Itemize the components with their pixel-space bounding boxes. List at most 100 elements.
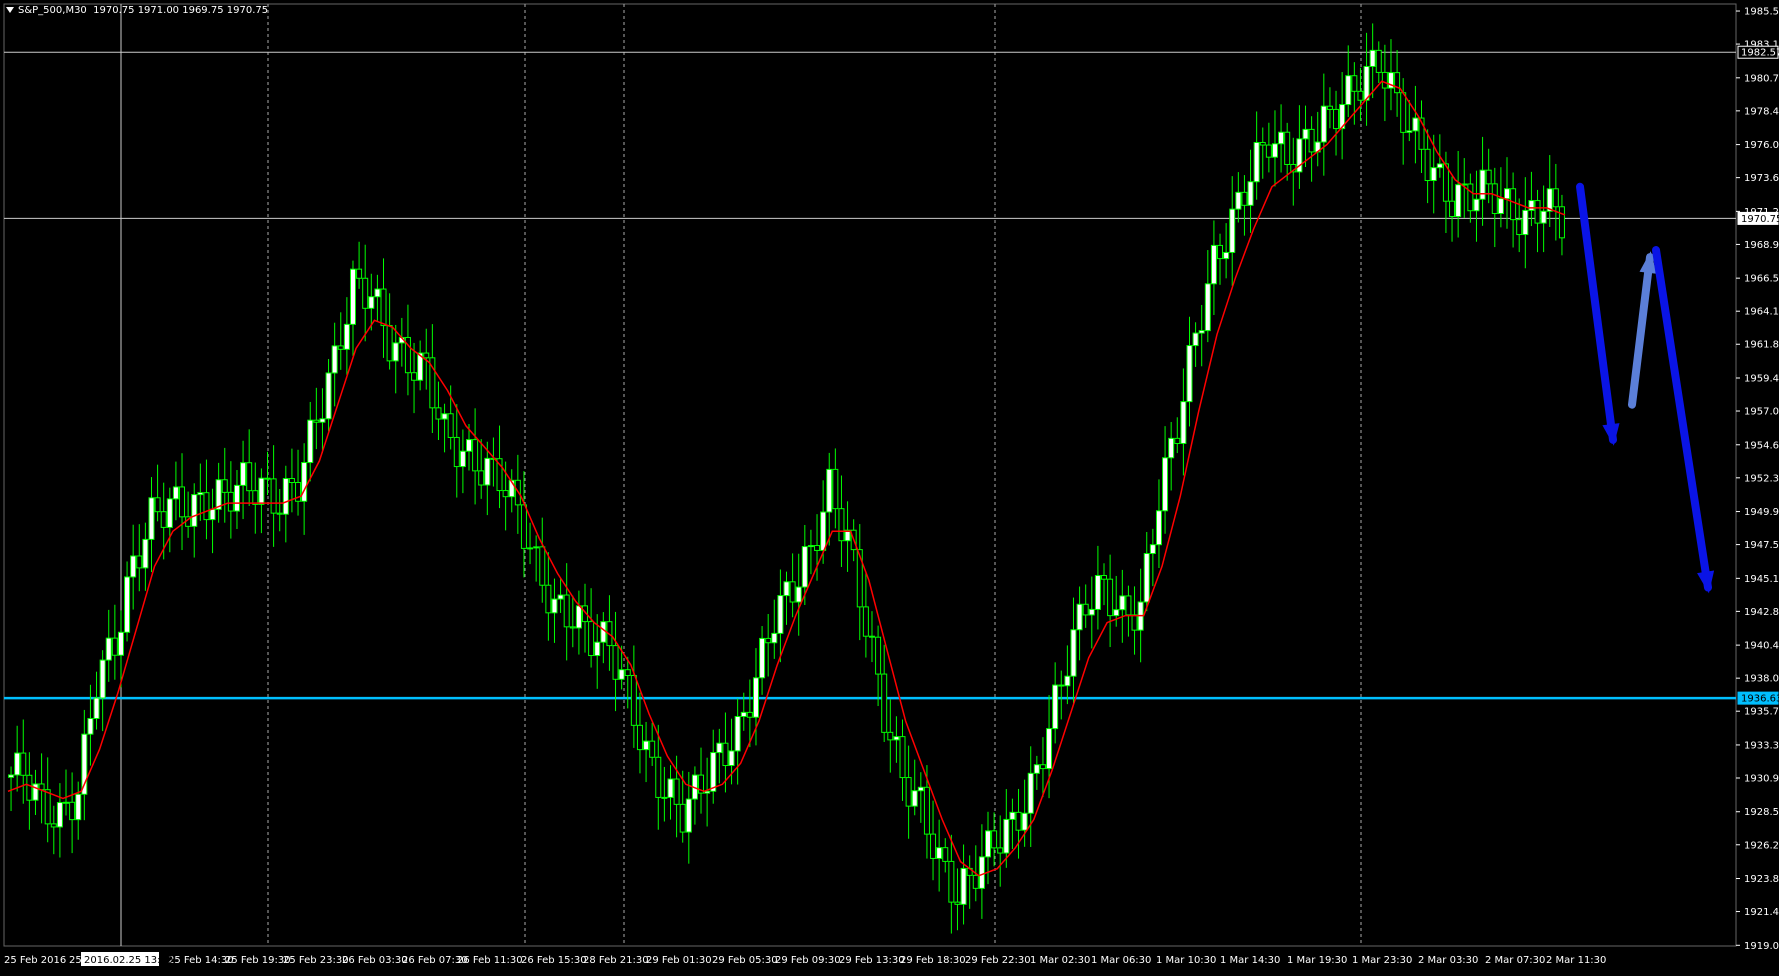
candle-bull [392,342,399,362]
candle-bear [765,637,772,644]
candle-bull [1186,345,1193,403]
candle-bull [105,637,112,661]
candle-bull [233,484,240,512]
y-tick-label: 1980.75 [1744,73,1779,84]
candle-bull [258,477,265,505]
candle-bull [240,462,247,486]
candle-bull [282,478,289,515]
x-tick-label: 2 Mar 07:30 [1485,955,1545,966]
y-tick-label: 1976.00 [1744,140,1779,151]
dropdown-triangle-icon[interactable] [6,7,14,13]
candle-bull [325,372,332,420]
candle-bull [1320,105,1327,143]
candle-bull [936,847,943,859]
candle-bear [1284,131,1291,165]
x-tick-label: 1 Mar 06:30 [1091,955,1151,966]
candle-bull [1198,330,1205,334]
x-tick-label: 26 Feb 03:30 [342,955,408,966]
y-tick-label: 1933.30 [1744,740,1779,751]
candle-bull [148,497,155,540]
candle-bull [667,778,674,798]
candle-bull [14,752,21,776]
candle-bear [246,462,253,492]
y-tick-label: 1940.40 [1744,641,1779,652]
candle-bull [1223,251,1230,260]
candle-bull [99,659,106,699]
plot-border [3,3,1737,947]
y-tick-label: 1928.55 [1744,807,1779,818]
candle-bear [991,830,998,849]
candle-bear [1552,188,1559,208]
candle-bear [380,288,387,327]
candle-bear [270,478,277,514]
candle-bull [710,752,717,792]
candle-bull [8,774,15,778]
candle-bull [56,802,63,828]
candle-bull [1412,117,1419,132]
candle-bear [1381,71,1388,89]
candle-bull [124,576,131,633]
candle-bear [1516,219,1523,236]
x-tick-label: 29 Feb 13:30 [839,955,905,966]
candle-bear [276,512,283,515]
x-tick-label: 29 Feb 22:30 [965,955,1031,966]
candle-bear [856,549,863,608]
candle-bull [1302,128,1309,140]
candle-bull [575,605,582,629]
candle-bear [624,669,631,676]
candle-bull [807,545,814,548]
candle-bull [1247,181,1254,206]
y-tick-label: 1923.80 [1744,874,1779,885]
candle-bear [1449,200,1456,218]
candle-bull [594,641,601,657]
x-tick-label: 25 Feb 23:30 [283,955,349,966]
candle-bull [728,750,735,767]
candle-bear [26,774,33,801]
candle-bull [197,492,204,496]
candle-bull [1363,65,1370,101]
x-tick-label: 1 Mar 02:30 [1030,955,1090,966]
candle-bull [771,632,778,644]
candle-bear [1534,200,1541,224]
candle-bull [343,323,350,350]
candle-bear [1375,49,1382,73]
candle-bear [1333,108,1340,130]
candle-bull [209,508,216,521]
y-tick-label: 1921.45 [1744,907,1779,918]
candle-bull [740,711,747,718]
candle-bear [972,874,979,889]
x-tick-label: 29 Feb 01:30 [646,955,712,966]
candle-bear [1241,191,1248,206]
candle-bull [685,798,692,833]
candle-bear [948,860,955,903]
candle-bull [801,546,808,588]
candle-bear [832,468,839,510]
candle-bull [1522,209,1529,236]
y-tick-label: 1961.80 [1744,340,1779,351]
chart-svg[interactable]: 1985.501983.151980.751978.401976.001973.… [0,0,1779,972]
candle-bull [301,462,308,502]
candle-bear [746,711,753,718]
candle-bull [826,468,833,513]
candle-bull [349,268,356,325]
price-chart[interactable]: 1985.501983.151980.751978.401976.001973.… [0,0,1779,972]
candle-bear [1357,90,1364,101]
candle-bull [1149,544,1156,555]
candle-bear [588,621,595,657]
candle-bear [875,636,882,675]
candle-bear [1259,141,1266,146]
candle-bull [557,594,564,600]
candle-bear [1485,169,1492,185]
candle-bull [374,288,381,298]
candle-bear [722,742,729,767]
candle-bull [1009,811,1016,820]
candle-bull [1088,608,1095,616]
candle-bull [465,439,472,452]
candle-bear [1174,437,1181,444]
candle-bull [1479,169,1486,200]
candle-bear [814,545,821,551]
candle-bull [1278,131,1285,145]
y-tick-label: 1919.05 [1744,941,1779,952]
candle-bull [1540,210,1547,224]
candle-bull [1119,595,1126,611]
